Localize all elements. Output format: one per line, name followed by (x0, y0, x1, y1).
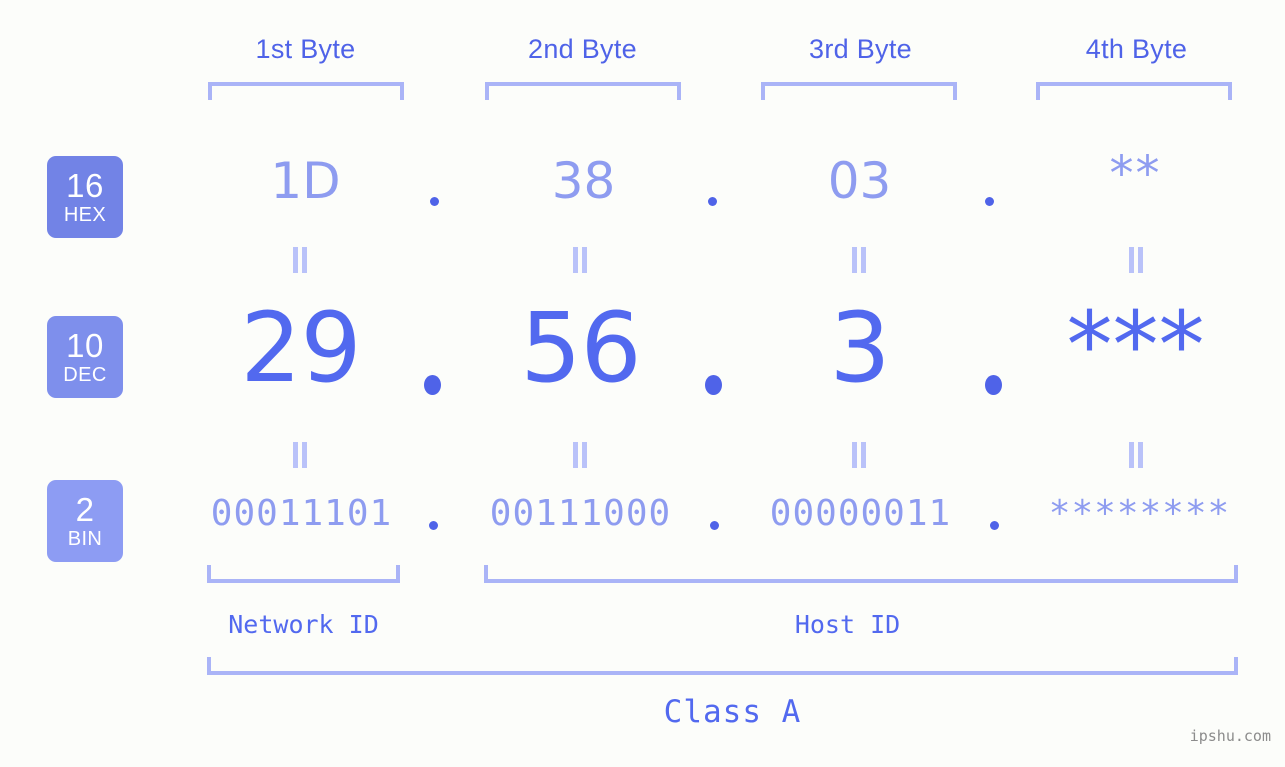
base-badge-dec: 10 DEC (47, 316, 123, 398)
ip-address-breakdown-diagram: 1st Byte 2nd Byte 3rd Byte 4th Byte 16 H… (0, 0, 1285, 767)
byte-bracket-3 (761, 82, 957, 100)
base-badge-bin-number: 2 (75, 491, 95, 528)
hex-separator-3 (985, 197, 994, 206)
base-badge-hex: 16 HEX (47, 156, 123, 238)
byte-bracket-1 (208, 82, 404, 100)
base-badge-bin-abbr: BIN (67, 528, 103, 550)
bin-byte-1-value: 00011101 (210, 493, 393, 534)
byte-header-4: 4th Byte (1085, 34, 1188, 64)
bin-separator-1 (429, 521, 438, 530)
equals-icon-dec-bin-2 (572, 442, 588, 468)
network-id-label: Network ID (228, 610, 379, 639)
dec-byte-1-value: 29 (240, 292, 361, 404)
bin-separator-2 (710, 521, 719, 530)
hex-separator-2 (708, 197, 717, 206)
network-id-bracket (207, 565, 400, 583)
class-label: Class A (663, 694, 802, 730)
hex-separator-1 (430, 197, 439, 206)
byte-bracket-4 (1036, 82, 1232, 100)
equals-icon-hex-dec-4 (1128, 247, 1144, 273)
base-badge-hex-number: 16 (66, 167, 104, 204)
base-badge-dec-abbr: DEC (63, 364, 107, 386)
dec-byte-2-value: 56 (520, 292, 641, 404)
base-badge-dec-number: 10 (66, 327, 104, 364)
byte-header-2: 2nd Byte (528, 34, 637, 64)
bin-byte-3-value: 00000011 (769, 493, 952, 534)
dec-separator-1 (424, 375, 441, 395)
site-watermark: ipshu.com (1189, 727, 1271, 745)
class-bracket (207, 657, 1238, 675)
hex-byte-1-value: 1D (270, 152, 341, 210)
dec-separator-2 (705, 375, 722, 395)
bin-byte-4-value: ******** (1048, 493, 1231, 534)
host-id-label: Host ID (794, 610, 901, 639)
equals-icon-hex-dec-3 (851, 247, 867, 273)
base-badge-hex-abbr: HEX (63, 204, 107, 226)
equals-icon-dec-bin-3 (851, 442, 867, 468)
equals-icon-dec-bin-4 (1128, 442, 1144, 468)
equals-icon-dec-bin-1 (292, 442, 308, 468)
host-id-bracket (484, 565, 1238, 583)
hex-byte-4-value: ** (1109, 146, 1162, 202)
hex-byte-2-value: 38 (551, 152, 616, 210)
byte-bracket-2 (485, 82, 681, 100)
bin-separator-3 (990, 521, 999, 530)
byte-header-1: 1st Byte (255, 34, 356, 64)
dec-byte-3-value: 3 (829, 292, 890, 404)
equals-icon-hex-dec-1 (292, 247, 308, 273)
bin-byte-2-value: 00111000 (489, 493, 672, 534)
byte-header-3: 3rd Byte (809, 34, 912, 64)
base-badge-bin: 2 BIN (47, 480, 123, 562)
hex-byte-3-value: 03 (827, 152, 892, 210)
dec-separator-3 (985, 375, 1002, 395)
equals-icon-hex-dec-2 (572, 247, 588, 273)
dec-byte-4-value: *** (1066, 292, 1205, 399)
